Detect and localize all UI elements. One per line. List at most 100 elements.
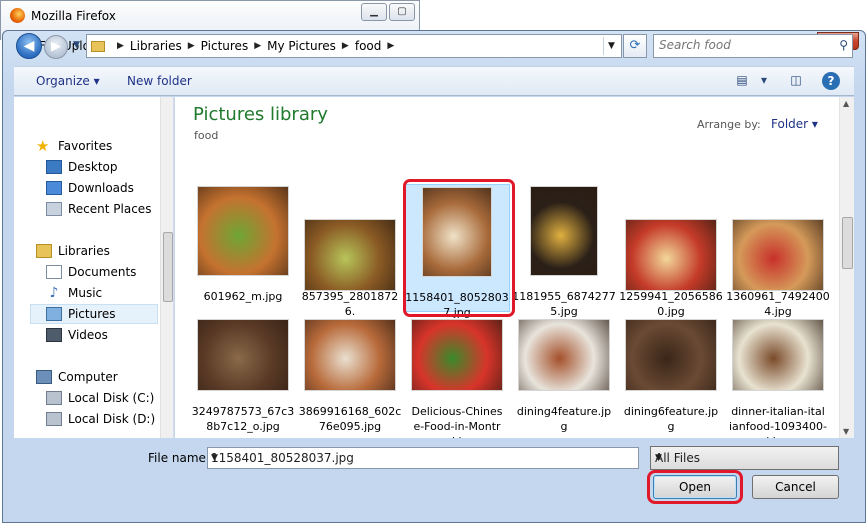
chevron-right-icon[interactable]: ▶ bbox=[387, 41, 394, 51]
file-tile[interactable]: 1360961_7492400 4.jpg bbox=[725, 184, 831, 318]
file-name-line: l.jpg bbox=[725, 434, 831, 438]
content-scrollbar[interactable]: ▲ ▼ bbox=[839, 97, 854, 438]
command-bar: Organize ▾ New folder ▤ ▾ ◫ ? bbox=[14, 66, 854, 96]
file-name-line: g bbox=[667, 420, 675, 433]
file-tile[interactable]: dining6feature.jp g bbox=[618, 317, 724, 437]
music-icon: ♪ bbox=[49, 285, 59, 301]
image-thumbnail[interactable] bbox=[530, 186, 598, 276]
sidebar-label: Recent Places bbox=[68, 202, 152, 216]
open-button-highlight bbox=[647, 470, 743, 504]
recent-locations-dropdown[interactable]: ▼ bbox=[73, 40, 80, 50]
sidebar-item-libraries[interactable]: Libraries bbox=[36, 241, 110, 261]
back-button[interactable]: ◀ bbox=[16, 33, 42, 59]
image-thumbnail[interactable] bbox=[304, 219, 396, 291]
pictures-icon bbox=[46, 307, 62, 321]
sidebar-item-desktop[interactable]: Desktop bbox=[46, 157, 118, 177]
refresh-button[interactable]: ⟳ bbox=[623, 34, 647, 58]
sidebar-item-videos[interactable]: Videos bbox=[46, 325, 108, 345]
minimize-button[interactable]: ▁ bbox=[361, 3, 387, 21]
file-name-line: ianfood-1093400- bbox=[728, 420, 827, 433]
sidebar-item-local-disk-c[interactable]: Local Disk (C:) bbox=[46, 388, 154, 408]
arrange-by-label: Arrange by: bbox=[697, 118, 761, 131]
scroll-up-icon[interactable]: ▲ bbox=[843, 99, 849, 108]
image-thumbnail[interactable] bbox=[304, 319, 396, 391]
image-thumbnail[interactable] bbox=[732, 319, 824, 391]
image-thumbnail[interactable] bbox=[625, 219, 717, 291]
file-tile[interactable]: Delicious-Chines e-Food-in-Montreal.jpg bbox=[404, 317, 510, 438]
sidebar-scrollbar[interactable] bbox=[160, 97, 173, 438]
file-name-line: 8b7c12_o.jpg bbox=[206, 420, 280, 433]
chevron-right-icon[interactable]: ▶ bbox=[254, 41, 261, 51]
file-tile[interactable]: dining4feature.jp g bbox=[511, 317, 617, 437]
search-box[interactable]: ⚲ bbox=[653, 34, 853, 58]
organize-button[interactable]: Organize ▾ bbox=[36, 74, 100, 88]
scrollbar-thumb[interactable] bbox=[163, 232, 173, 302]
filename-label: File name: bbox=[148, 451, 210, 465]
image-thumbnail[interactable] bbox=[197, 186, 289, 276]
sidebar-item-local-disk-d[interactable]: Local Disk (D:) bbox=[46, 409, 155, 429]
file-tile[interactable]: 857395_28018726.jpg bbox=[297, 184, 403, 333]
file-name-line: e-Food-in-Montr bbox=[413, 420, 501, 433]
chevron-down-icon[interactable]: ▼ bbox=[655, 453, 834, 463]
file-type-select[interactable]: All Files ▼ bbox=[650, 446, 839, 470]
library-subtitle: food bbox=[194, 129, 219, 142]
navigation-bar: ◀ ▶ ▼ ▶ Libraries ▶ Pictures ▶ My Pictur… bbox=[14, 33, 854, 61]
new-folder-button[interactable]: New folder bbox=[127, 74, 192, 88]
file-name-line: 76e095.jpg bbox=[318, 420, 382, 433]
sidebar-item-recent-places[interactable]: Recent Places bbox=[46, 199, 151, 219]
chevron-right-icon[interactable]: ▶ bbox=[188, 41, 195, 51]
breadcrumb-libraries[interactable]: Libraries bbox=[130, 39, 182, 53]
help-icon[interactable]: ? bbox=[822, 72, 840, 90]
sidebar-item-pictures[interactable]: Pictures bbox=[30, 304, 158, 324]
arrange-by-dropdown[interactable]: Folder ▾ bbox=[771, 117, 818, 131]
desktop-icon bbox=[46, 160, 62, 174]
image-thumbnail[interactable] bbox=[625, 319, 717, 391]
image-thumbnail[interactable] bbox=[411, 319, 503, 391]
image-thumbnail[interactable] bbox=[732, 219, 824, 291]
chevron-right-icon[interactable]: ▶ bbox=[117, 41, 124, 51]
maximize-button[interactable]: ▢ bbox=[389, 3, 415, 21]
file-tile[interactable]: 1181955_6874277 5.jpg bbox=[511, 184, 617, 318]
file-name-label: 601962_m.jpg bbox=[190, 289, 296, 304]
file-name-line: eal.jpg bbox=[404, 434, 510, 438]
chevron-right-icon[interactable]: ▶ bbox=[342, 41, 349, 51]
scroll-down-icon[interactable]: ▼ bbox=[843, 427, 849, 436]
filename-input[interactable]: 1158401_80528037.jpg ▼ bbox=[207, 447, 639, 469]
chevron-down-icon[interactable]: ▼ bbox=[603, 37, 619, 55]
file-tile[interactable]: 3869916168_602c 76e095.jpg bbox=[297, 317, 403, 437]
preview-pane-icon[interactable]: ◫ bbox=[788, 73, 804, 89]
search-icon[interactable]: ⚲ bbox=[839, 38, 848, 52]
view-icon[interactable]: ▤ bbox=[734, 73, 750, 89]
file-tile[interactable]: 1259941_2056586 0.jpg bbox=[618, 184, 724, 318]
forward-button[interactable]: ▶ bbox=[44, 35, 68, 59]
scrollbar-thumb[interactable] bbox=[842, 217, 853, 269]
breadcrumb-food[interactable]: food bbox=[355, 39, 382, 53]
file-name-label: 1360961_7492400 4.jpg bbox=[725, 289, 831, 319]
libraries-icon bbox=[36, 244, 52, 258]
file-list-pane: Pictures library food Arrange by: Folder… bbox=[175, 97, 854, 438]
file-tile[interactable]: dinner-italian-ital ianfood-1093400-l.jpg bbox=[725, 317, 831, 438]
file-tile[interactable]: 3249787573_67c3 8b7c12_o.jpg bbox=[190, 317, 296, 437]
view-dropdown-icon[interactable]: ▾ bbox=[756, 73, 772, 89]
downloads-icon bbox=[46, 181, 62, 195]
image-thumbnail[interactable] bbox=[197, 319, 289, 391]
file-name-line: Delicious-Chines bbox=[411, 405, 503, 418]
file-tile[interactable]: 601962_m.jpg bbox=[190, 184, 296, 312]
sidebar-item-downloads[interactable]: Downloads bbox=[46, 178, 134, 198]
address-bar[interactable]: ▶ Libraries ▶ Pictures ▶ My Pictures ▶ f… bbox=[86, 34, 622, 58]
breadcrumb-my-pictures[interactable]: My Pictures bbox=[267, 39, 336, 53]
breadcrumb-pictures[interactable]: Pictures bbox=[201, 39, 249, 53]
sidebar-item-documents[interactable]: Documents bbox=[46, 262, 136, 282]
sidebar-item-favorites[interactable]: ★ Favorites bbox=[36, 136, 112, 156]
sidebar-label: Local Disk (D:) bbox=[68, 412, 156, 426]
file-name-label: 1259941_2056586 0.jpg bbox=[618, 289, 724, 319]
image-thumbnail[interactable] bbox=[518, 319, 610, 391]
sidebar-item-music[interactable]: ♪ Music bbox=[46, 283, 103, 303]
sidebar-item-computer[interactable]: Computer bbox=[36, 367, 118, 387]
library-title: Pictures library bbox=[193, 104, 328, 125]
search-input[interactable] bbox=[659, 38, 829, 52]
file-name-label: Delicious-Chines e-Food-in-Montreal.jpg bbox=[404, 404, 510, 438]
cancel-button[interactable]: Cancel bbox=[752, 475, 839, 499]
chevron-down-icon[interactable]: ▼ bbox=[211, 453, 635, 463]
file-name-line: dining6feature.jp bbox=[623, 405, 719, 418]
